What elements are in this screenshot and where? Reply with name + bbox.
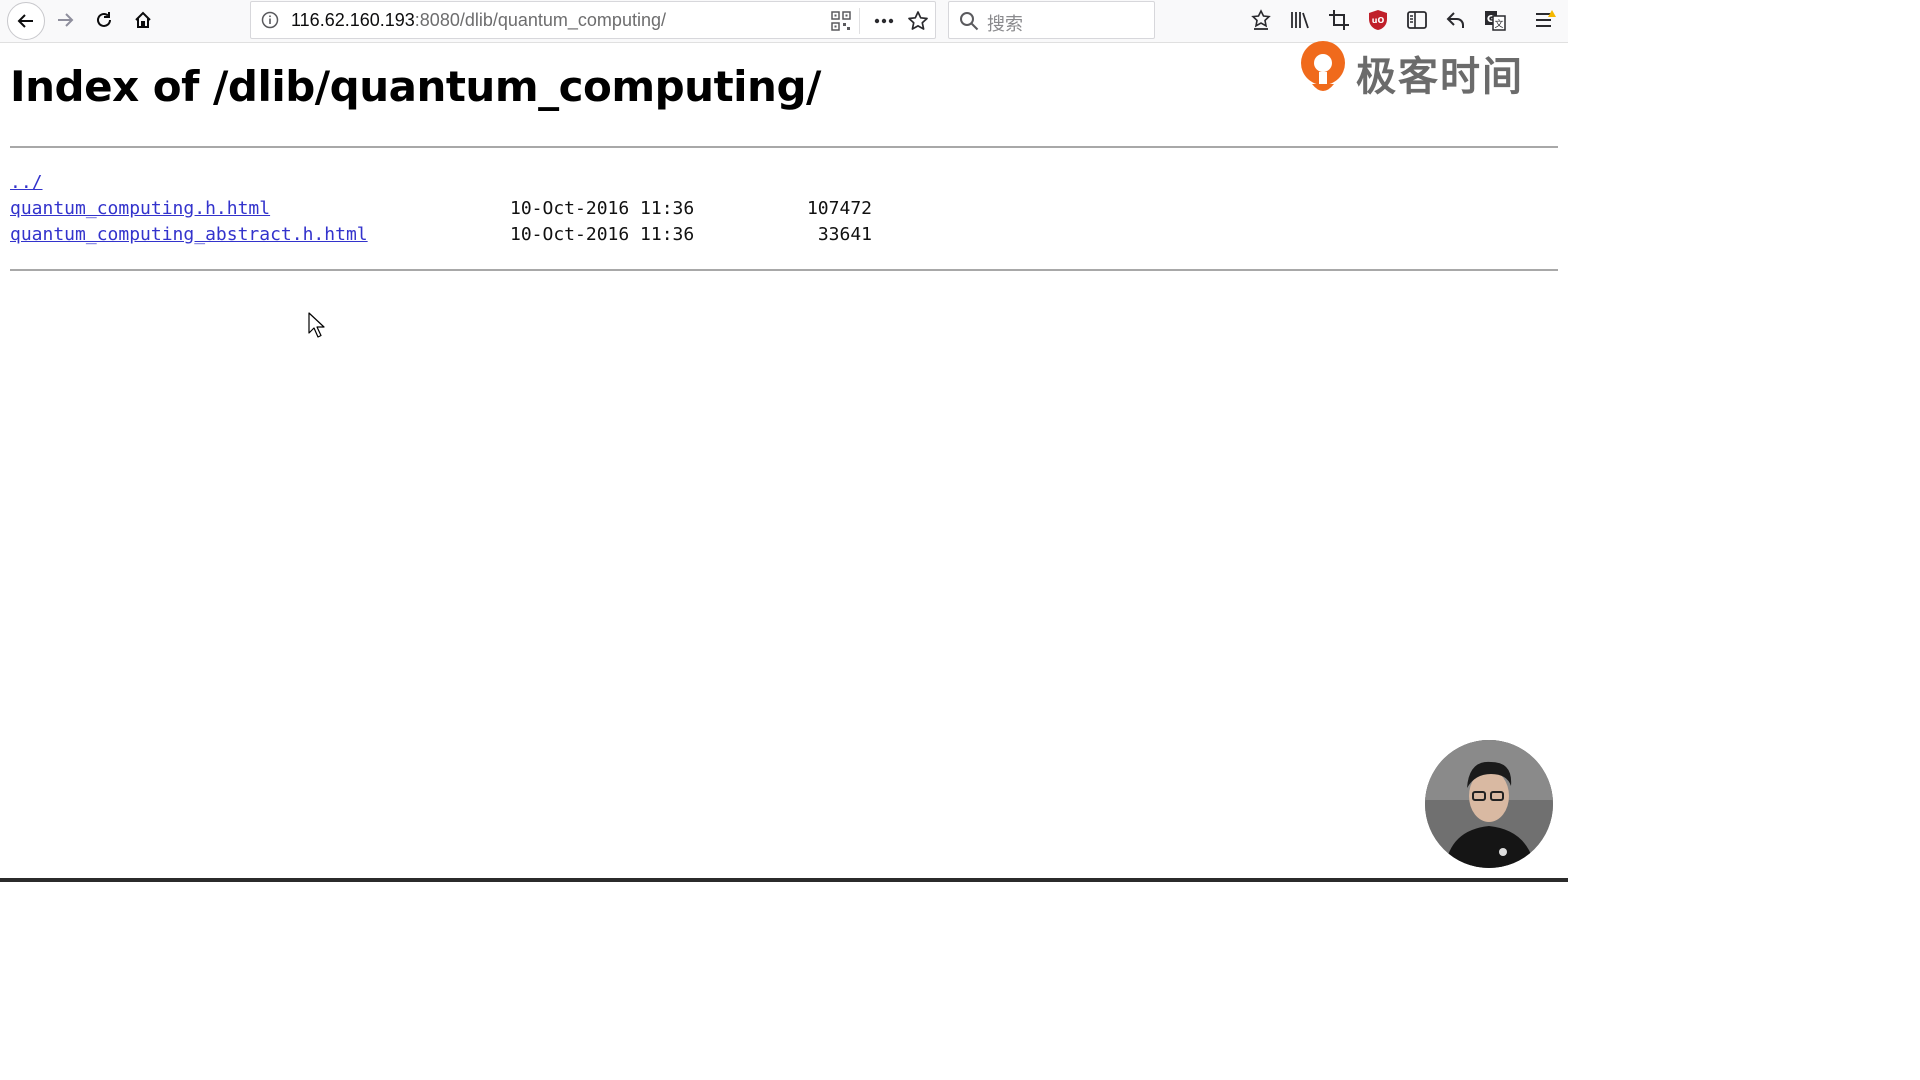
divider-top [10, 146, 1558, 148]
url-bar[interactable]: 116.62.160.193:8080/dlib/quantum_computi… [250, 1, 936, 39]
forward-button[interactable] [48, 3, 82, 37]
page-title: Index of /dlib/quantum_computing/ [10, 62, 821, 111]
url-text[interactable]: 116.62.160.193:8080/dlib/quantum_computi… [291, 10, 666, 31]
list-item: ../ [10, 172, 368, 198]
bookmark-down-icon[interactable] [1250, 9, 1272, 31]
divider-bottom [10, 269, 1558, 271]
file-link[interactable]: quantum_computing_abstract.h.html [10, 224, 368, 245]
home-button[interactable] [126, 3, 160, 37]
file-size: 107472 [806, 198, 872, 219]
file-date: 10-Oct-2016 11:36 [510, 224, 695, 245]
list-item: quantum_computing.h.html 10-Oct-2016 11:… [10, 198, 872, 224]
url-host: 116.62.160.193 [291, 10, 415, 30]
sidebar-icon[interactable] [1406, 9, 1428, 31]
geektime-logo: 极客时间 [1298, 38, 1538, 100]
undo-icon[interactable] [1445, 9, 1467, 31]
parent-directory-link[interactable]: ../ [10, 172, 43, 193]
presenter-avatar [1425, 740, 1553, 868]
forward-arrow-icon [58, 13, 74, 27]
ublock-icon[interactable]: uO [1367, 9, 1389, 31]
logo-mark-icon [1301, 41, 1345, 91]
library-icon[interactable] [1289, 9, 1311, 31]
qr-code-icon[interactable] [831, 11, 851, 31]
info-icon[interactable] [261, 11, 279, 29]
file-size: 33641 [817, 224, 872, 245]
translate-icon[interactable]: G文 [1484, 9, 1506, 31]
directory-listing: ../ quantum_computing.h.html 10-Oct-2016… [10, 172, 872, 250]
url-separator [859, 8, 860, 34]
svg-text:文: 文 [1494, 18, 1503, 30]
search-icon [960, 12, 979, 31]
home-icon [135, 11, 151, 28]
file-date: 10-Oct-2016 11:36 [510, 198, 695, 219]
reload-icon [97, 12, 111, 27]
menu-icon[interactable] [1534, 9, 1556, 31]
logo-text: 极客时间 [1356, 54, 1524, 100]
svg-text:uO: uO [1372, 16, 1385, 25]
browser-toolbar: 116.62.160.193:8080/dlib/quantum_computi… [0, 0, 1568, 43]
more-icon[interactable] [871, 10, 897, 32]
bottom-strip [0, 878, 1568, 882]
search-placeholder: 搜索 [987, 14, 1023, 35]
back-button[interactable] [7, 2, 45, 40]
mouse-cursor-icon [308, 312, 325, 338]
presenter-video [1425, 740, 1553, 868]
crop-icon[interactable] [1328, 9, 1350, 31]
file-link[interactable]: quantum_computing.h.html [10, 198, 270, 219]
back-arrow-icon [17, 14, 33, 28]
url-path: :8080/dlib/quantum_computing/ [414, 10, 666, 30]
search-bar[interactable]: 搜索 [948, 1, 1155, 39]
star-icon[interactable] [907, 10, 929, 32]
reload-button[interactable] [87, 3, 121, 37]
list-item: quantum_computing_abstract.h.html 10-Oct… [10, 224, 872, 250]
